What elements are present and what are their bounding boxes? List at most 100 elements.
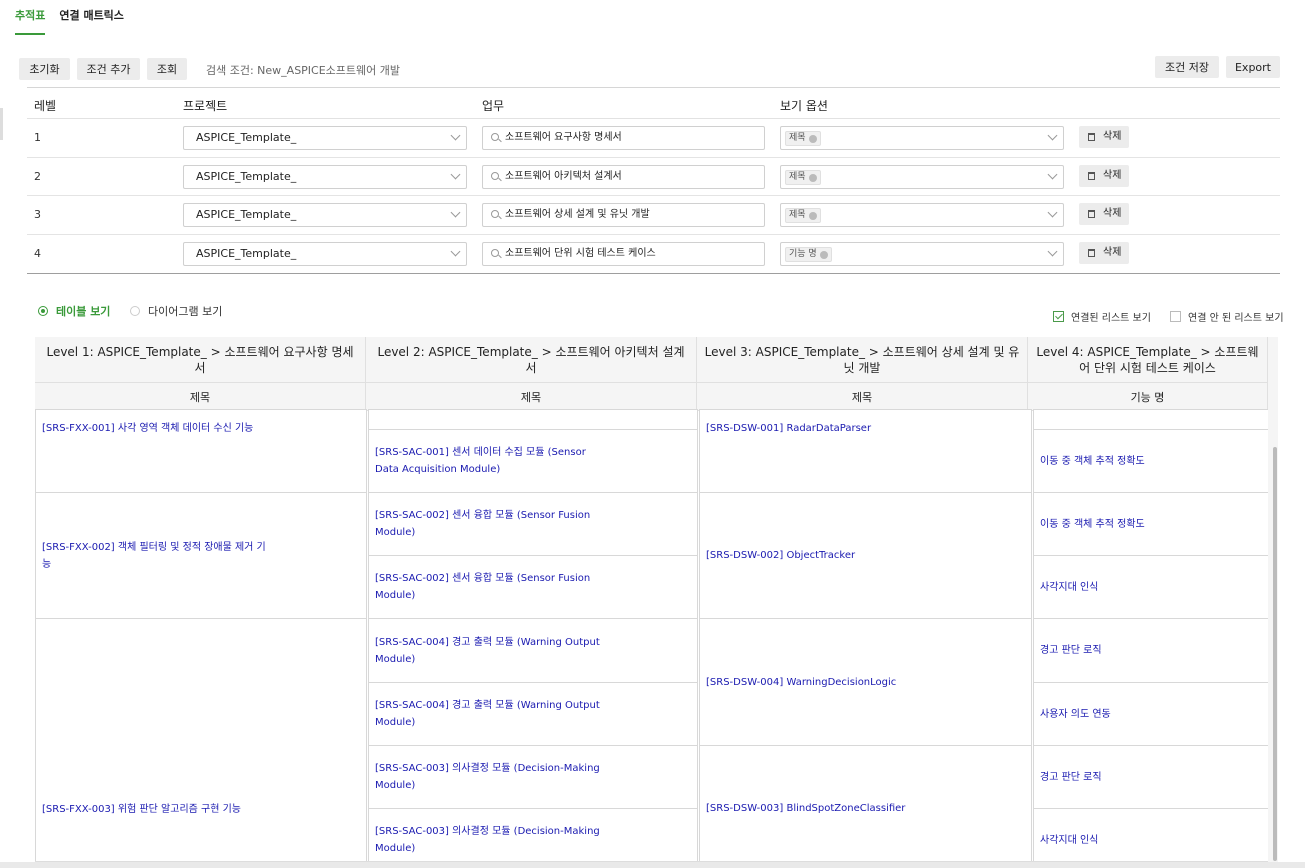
level-row: 1 ASPICE_Template_ 소프트웨어 요구사항 명세서 제목 삭제 [27,119,1280,158]
grid-header-level-4: Level 4: ASPICE_Template_ > 소프트웨어 단위 시험 … [1028,337,1268,383]
delete-button[interactable]: 삭제 [1079,241,1129,264]
level-number: 1 [34,131,41,144]
task-search-input[interactable]: 소프트웨어 요구사항 명세서 [482,126,765,150]
view-option-select[interactable]: 제목 [780,203,1064,227]
trace-cell-l4[interactable]: 경고 판단 로직 [1033,745,1272,809]
grid-subheader: 제목 [697,383,1028,411]
trace-cell-l4[interactable]: 이동 중 객체 추적 정확도 [1033,429,1272,493]
grid-header-level-2: Level 2: ASPICE_Template_ > 소프트웨어 아키텍처 설… [366,337,697,383]
trace-cell-l2[interactable]: [SRS-SAC-002] 센서 융합 모듈 (Sensor Fusion Mo… [368,555,698,619]
trace-cell-l3[interactable]: [SRS-DSW-004] WarningDecisionLogic [699,618,1032,746]
chevron-down-icon [450,169,461,179]
level-number: 2 [34,169,41,183]
tab-trace-table[interactable]: 추적표 [15,0,46,35]
level-row: 4 ASPICE_Template_ 소프트웨어 단위 시험 테스트 케이스 기… [27,235,1280,274]
table-view-radio[interactable]: 테이블 보기 [38,303,110,319]
trace-cell-l3[interactable]: [SRS-DSW-002] ObjectTracker [699,492,1032,619]
task-search-input[interactable]: 소프트웨어 아키텍처 설계서 [482,164,765,189]
level-number: 3 [34,208,41,221]
project-select[interactable]: ASPICE_Template_ [183,203,467,227]
reset-button[interactable]: 초기화 [19,58,70,80]
checkbox-checked-icon [1053,311,1064,322]
tab-link-matrix[interactable]: 연결 매트릭스 [59,0,124,35]
trash-icon [1088,133,1095,141]
search-icon [491,133,499,141]
radio-selected-icon [38,306,48,316]
trace-cell-l4[interactable]: 경고 판단 로직 [1033,618,1272,683]
remove-tag-icon[interactable] [808,173,817,182]
chevron-down-icon [1047,169,1058,179]
trash-icon [1088,210,1095,218]
trace-cell-l2[interactable]: [SRS-SAC-004] 경고 출력 모듈 (Warning Output M… [368,618,698,683]
delete-button[interactable]: 삭제 [1079,126,1129,148]
level-row: 2 ASPICE_Template_ 소프트웨어 아키텍처 설계서 제목 삭제 [27,158,1280,196]
trace-cell-l4-empty [1033,409,1272,430]
chevron-down-icon [1047,246,1058,256]
trace-cell-l3[interactable]: [SRS-DSW-001] RadarDataParser [699,409,1032,493]
trace-cell-l2-empty [368,409,698,430]
view-option-select[interactable]: 제목 [780,126,1064,150]
grid-subheader: 제목 [35,383,366,411]
task-search-input[interactable]: 소프트웨어 단위 시험 테스트 케이스 [482,241,765,266]
trace-cell-l4[interactable]: 이동 중 객체 추적 정확도 [1033,492,1272,556]
chevron-down-icon [1047,130,1058,141]
diagram-view-radio[interactable]: 다이어그램 보기 [130,303,222,319]
remove-tag-icon[interactable] [819,250,828,259]
level-row: 3 ASPICE_Template_ 소프트웨어 상세 설계 및 유닛 개발 제… [27,196,1280,235]
trace-cell-l2[interactable]: [SRS-SAC-003] 의사결정 모듈 (Decision-Making M… [368,808,698,861]
show-unlinked-checkbox[interactable]: 연결 안 된 리스트 보기 [1170,309,1284,324]
trace-cell-l1[interactable]: [SRS-FXX-001] 사각 영역 객체 데이터 수신 기능 [35,409,367,493]
task-search-input[interactable]: 소프트웨어 상세 설계 및 유닛 개발 [482,203,765,227]
grid-scrollbar-thumb[interactable] [1273,447,1277,861]
level-number: 4 [34,246,41,260]
trace-cell-l1[interactable]: [SRS-FXX-003] 위험 판단 알고리즘 구현 기능 [35,618,367,861]
project-select[interactable]: ASPICE_Template_ [183,126,467,150]
search-icon [491,210,499,218]
option-tag: 기능 명 [785,246,832,262]
project-select[interactable]: ASPICE_Template_ [183,164,467,189]
delete-button[interactable]: 삭제 [1079,203,1129,225]
query-button[interactable]: 조회 [147,58,187,80]
delete-button[interactable]: 삭제 [1079,164,1129,187]
view-option-select[interactable]: 기능 명 [780,241,1064,266]
trace-cell-l4[interactable]: 사용자 의도 연동 [1033,682,1272,746]
trace-cell-l2[interactable]: [SRS-SAC-002] 센서 융합 모듈 (Sensor Fusion Mo… [368,492,698,556]
export-button[interactable]: Export [1226,56,1280,78]
checkbox-unchecked-icon [1170,311,1181,322]
trace-cell-l2[interactable]: [SRS-SAC-004] 경고 출력 모듈 (Warning Output M… [368,682,698,746]
grid-subheader: 제목 [366,383,697,411]
option-tag: 제목 [785,208,821,223]
radio-unselected-icon [130,306,140,316]
trace-cell-l1[interactable]: [SRS-FXX-002] 객체 필터링 및 정적 장애물 제거 기능 [35,492,367,619]
left-edge-handle [0,108,3,140]
option-tag: 제목 [785,169,821,185]
trace-cell-l2[interactable]: [SRS-SAC-001] 센서 데이터 수집 모듈 (Sensor Data … [368,429,698,493]
chevron-down-icon [450,130,461,141]
header-view-option: 보기 옵션 [780,99,828,113]
grid-header-level-1: Level 1: ASPICE_Template_ > 소프트웨어 요구사항 명… [35,337,366,383]
remove-tag-icon[interactable] [808,135,817,143]
trace-cell-l2[interactable]: [SRS-SAC-003] 의사결정 모듈 (Decision-Making M… [368,745,698,809]
remove-tag-icon[interactable] [808,212,817,220]
view-option-select[interactable]: 제목 [780,164,1064,189]
trace-grid: Level 1: ASPICE_Template_ > 소프트웨어 요구사항 명… [35,337,1278,862]
tab-bar: 추적표 연결 매트릭스 [15,0,124,35]
level-config-table: 레벨 프로젝트 업무 보기 옵션 1 ASPICE_Template_ 소프트웨… [27,87,1280,274]
chevron-down-icon [450,246,461,256]
project-select[interactable]: ASPICE_Template_ [183,241,467,266]
show-linked-checkbox[interactable]: 연결된 리스트 보기 [1053,309,1151,324]
save-condition-button[interactable]: 조건 저장 [1155,56,1219,78]
level-table-header: 레벨 프로젝트 업무 보기 옵션 [27,88,1280,119]
horizontal-scrollbar[interactable] [0,862,1305,868]
trash-icon [1088,171,1095,180]
grid-header-level-3: Level 3: ASPICE_Template_ > 소프트웨어 상세 설계 … [697,337,1028,383]
trash-icon [1088,248,1095,257]
trace-cell-l4[interactable]: 사각지대 인식 [1033,555,1272,619]
search-condition-text: 검색 조건: New_ASPICE소프트웨어 개발 [206,64,401,77]
trace-cell-l4[interactable]: 사각지대 인식 [1033,808,1272,861]
trace-cell-l3[interactable]: [SRS-DSW-003] BlindSpotZoneClassifier [699,745,1032,861]
chevron-down-icon [1047,207,1058,218]
search-icon [491,171,499,180]
add-condition-button[interactable]: 조건 추가 [77,58,140,80]
header-level: 레벨 [34,99,57,113]
